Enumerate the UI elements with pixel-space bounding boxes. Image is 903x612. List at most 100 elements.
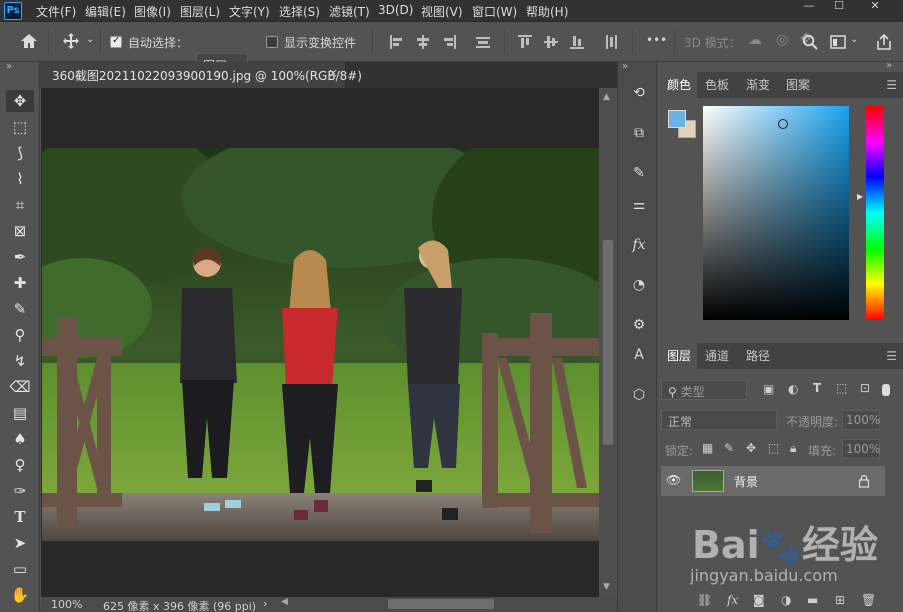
document-tab[interactable]: 360截图20211022093900190.jpg @ 100%(RGB/8#… [40, 62, 362, 88]
align-top-icon[interactable] [518, 35, 532, 49]
new-adjustment-icon[interactable]: ◑ [781, 593, 791, 607]
eye-icon[interactable]: 👁︎ [666, 473, 681, 487]
move-tool-icon[interactable]: ✥ [6, 90, 34, 112]
color-picker-field[interactable] [703, 106, 849, 320]
navigator-icon[interactable]: ◔ [630, 276, 648, 294]
blend-mode-dropdown[interactable]: 正常 [661, 410, 777, 430]
align-bottom-icon[interactable] [570, 35, 584, 49]
menu-filter[interactable]: 滤镜(T) [329, 3, 370, 20]
lock-icon[interactable] [858, 474, 870, 488]
3d-box-icon[interactable]: ⬡ [630, 386, 648, 404]
healing-brush-tool-icon[interactable]: ✚ [6, 272, 34, 294]
add-style-icon[interactable]: fx [727, 593, 738, 607]
align-right-icon[interactable] [442, 35, 456, 49]
more-options-button[interactable]: ••• [646, 33, 667, 47]
new-group-icon[interactable]: ▬ [807, 593, 818, 607]
collapse-arrows-icon[interactable]: » [622, 61, 628, 72]
menu-3d[interactable]: 3D(D) [378, 3, 413, 17]
marquee-tool-icon[interactable]: ⬚ [6, 116, 34, 138]
filter-adjustment-icon[interactable]: ◐ [788, 382, 798, 396]
filter-shape-icon[interactable]: ⬚ [836, 381, 847, 395]
distribute-icon[interactable] [476, 35, 490, 49]
hue-slider-handle[interactable]: ▶ [857, 192, 863, 201]
clone-stamp-tool-icon[interactable]: ⚲ [6, 324, 34, 346]
search-icon[interactable] [802, 34, 818, 50]
show-transform-checkbox[interactable] [266, 36, 278, 48]
vertical-scroll-thumb[interactable] [603, 240, 613, 445]
menu-help[interactable]: 帮助(H) [526, 3, 568, 20]
foreground-color-swatch[interactable] [668, 110, 686, 128]
menu-type[interactable]: 文字(Y) [229, 3, 270, 20]
new-layer-icon[interactable]: ⊞ [835, 593, 845, 607]
dodge-tool-icon[interactable]: ♀ [6, 454, 34, 476]
layer-name[interactable]: 背景 [734, 473, 758, 490]
rectangle-tool-icon[interactable]: ▭ [6, 558, 34, 580]
horizontal-scroll-thumb[interactable] [388, 599, 494, 609]
maximize-button[interactable]: ☐ [824, 0, 854, 14]
properties-icon[interactable]: ⚙ [630, 316, 648, 334]
zoom-level[interactable]: 100% [51, 598, 82, 611]
tab-patterns[interactable]: 图案 [786, 76, 810, 93]
menu-file[interactable]: 文件(F) [36, 3, 76, 20]
lock-image-icon[interactable]: ✎ [724, 441, 734, 455]
scroll-up-icon[interactable]: ▲ [603, 92, 610, 102]
add-mask-icon[interactable]: ◙ [753, 593, 765, 607]
hand-tool-icon[interactable]: ✋ [6, 584, 34, 606]
brush-tool-icon[interactable]: ✎ [6, 298, 34, 320]
filter-toggle[interactable] [882, 384, 890, 396]
path-select-tool-icon[interactable]: ➤ [6, 532, 34, 554]
lock-all-icon[interactable]: 🔒︎ [790, 441, 796, 456]
workspace-icon[interactable] [830, 35, 846, 49]
close-window-button[interactable]: ✕ [860, 0, 890, 14]
menu-view[interactable]: 视图(V) [421, 3, 463, 20]
menu-select[interactable]: 选择(S) [279, 3, 320, 20]
fill-input[interactable]: 100% [842, 439, 880, 459]
collapse-arrows-icon[interactable]: » [6, 61, 12, 72]
share-icon[interactable] [875, 33, 893, 51]
panel-menu-icon[interactable]: ☰ [886, 78, 897, 92]
menu-window[interactable]: 窗口(W) [472, 3, 517, 20]
scroll-left-icon[interactable]: ◀ [281, 597, 288, 607]
character-icon[interactable]: A [630, 346, 648, 364]
lock-transparent-icon[interactable]: ▦ [702, 441, 713, 455]
pen-tool-icon[interactable]: ✑ [6, 480, 34, 502]
filter-smart-object-icon[interactable]: ⊡ [860, 381, 870, 395]
tab-swatches[interactable]: 色板 [705, 76, 729, 93]
adjustments-icon[interactable]: ⚌ [630, 196, 648, 214]
scroll-down-icon[interactable]: ▼ [603, 582, 610, 592]
tab-color[interactable]: 颜色 [667, 76, 691, 93]
history-brush-tool-icon[interactable]: ↯ [6, 350, 34, 372]
eyedropper-tool-icon[interactable]: ✒ [6, 246, 34, 268]
menu-layer[interactable]: 图层(L) [180, 3, 220, 20]
align-middle-v-icon[interactable] [544, 35, 558, 49]
styles-icon[interactable]: fx [630, 236, 648, 254]
lasso-tool-icon[interactable]: ⟆ [6, 142, 34, 164]
align-center-h-icon[interactable] [416, 35, 430, 49]
tab-channels[interactable]: 通道 [705, 347, 729, 364]
frame-tool-icon[interactable]: ⊠ [6, 220, 34, 242]
tab-gradients[interactable]: 渐变 [746, 76, 770, 93]
distribute-v-icon[interactable] [604, 35, 618, 49]
menu-edit[interactable]: 编辑(E) [85, 3, 126, 20]
chevron-down-icon[interactable]: ⌄ [850, 34, 858, 45]
move-icon[interactable] [62, 32, 80, 50]
lock-position-icon[interactable]: ✥ [746, 441, 756, 455]
chevron-down-icon[interactable]: ⌄ [86, 34, 94, 45]
opacity-input[interactable]: 100% [842, 410, 880, 430]
tab-paths[interactable]: 路径 [746, 347, 770, 364]
layer-filter-dropdown[interactable]: ⚲ 类型 [661, 380, 747, 400]
blur-tool-icon[interactable]: ♠ [6, 428, 34, 450]
tab-layers[interactable]: 图层 [667, 347, 691, 364]
auto-select-checkbox[interactable] [110, 35, 122, 48]
hue-slider[interactable] [866, 106, 884, 320]
link-layers-icon[interactable]: ⛓ [697, 593, 712, 607]
delete-layer-icon[interactable]: 🗑︎ [861, 593, 876, 607]
brush-settings-icon[interactable]: ✎ [630, 164, 648, 182]
lock-artboard-icon[interactable]: ⬚ [768, 441, 779, 455]
3d-panel-icon[interactable]: ⧉ [630, 124, 648, 142]
align-left-icon[interactable] [390, 35, 404, 49]
panel-menu-icon[interactable]: ☰ [886, 349, 897, 363]
minimize-button[interactable]: — [794, 0, 824, 14]
collapse-arrows-icon[interactable]: » [886, 60, 892, 71]
crop-tool-icon[interactable]: ⌗ [6, 194, 34, 216]
